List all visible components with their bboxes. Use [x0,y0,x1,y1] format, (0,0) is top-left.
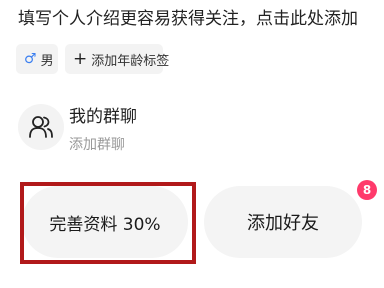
plus-icon: + [73,48,88,69]
intro-prompt-link[interactable]: 填写个人介绍更容易获得关注，点击此处添加 [18,8,358,30]
add-friend-badge: 8 [357,180,377,200]
male-icon: ♂ [24,51,37,67]
gender-tag[interactable]: ♂ 男 [16,44,58,74]
complete-profile-button[interactable]: 完善资料 30% [22,186,188,258]
group-chat-title[interactable]: 我的群聊 [69,106,137,128]
add-age-tag-label: 添加年龄标签 [91,53,170,69]
add-age-tag-button[interactable]: + 添加年龄标签 [65,44,169,74]
group-chat-avatar[interactable] [18,104,64,150]
gender-tag-label: 男 [40,53,54,69]
group-icon [29,116,53,138]
group-chat-subtitle[interactable]: 添加群聊 [69,136,125,154]
add-friend-button[interactable]: 添加好友 [204,186,362,258]
